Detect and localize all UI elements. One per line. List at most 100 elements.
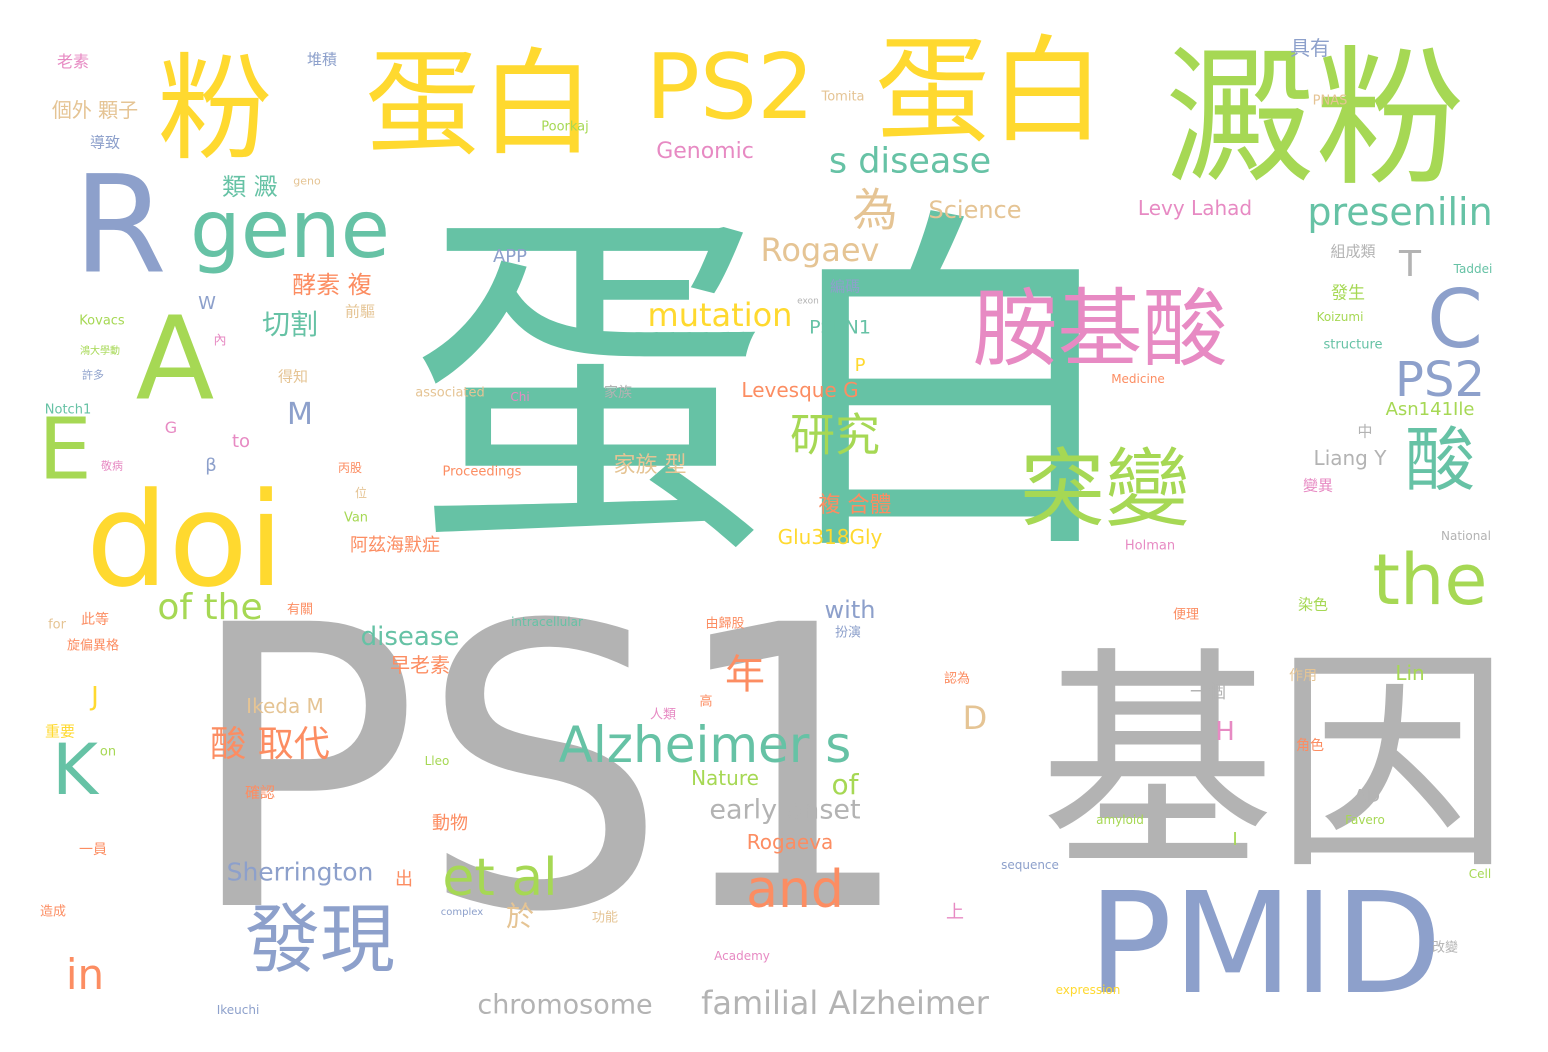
cloud-word: amyloid — [1096, 813, 1144, 827]
cloud-word: 蛋白 — [874, 24, 1106, 159]
cloud-word: 編碼 — [829, 277, 861, 296]
cloud-word: Chi — [510, 390, 530, 404]
cloud-word: 此等 — [81, 612, 109, 628]
cloud-word: chromosome — [477, 989, 653, 1021]
cloud-word: Levesque G — [741, 378, 859, 402]
cloud-word: Alzheimer s — [558, 716, 852, 774]
cloud-word: disease — [360, 622, 460, 652]
word-cloud: 蛋白 PS1 基因 澱粉粉蛋白 PS2 蛋白 PMID R Agene doi E 胺基酸 突變 C PS2… — [0, 0, 1548, 1052]
cloud-word: for — [48, 617, 66, 633]
cloud-word: E — [38, 400, 92, 500]
cloud-word: complex — [440, 907, 484, 918]
cloud-word: Levy Lahad — [1137, 196, 1253, 220]
cloud-word: Van — [343, 510, 369, 526]
cloud-word: 由歸股 — [705, 616, 745, 632]
cloud-word: 內 — [213, 333, 227, 349]
cloud-word: 粉 — [157, 42, 273, 177]
cloud-word: associated — [415, 385, 485, 401]
cloud-word: exon — [797, 296, 819, 307]
cloud-word: the — [1372, 539, 1488, 621]
cloud-word: 突變 — [1019, 440, 1191, 540]
cloud-word: PMID — [1087, 863, 1443, 1026]
cloud-word: 家族 — [604, 385, 632, 401]
cloud-word: 人類 — [649, 707, 677, 723]
cloud-word: 胺基酸 — [972, 280, 1228, 380]
cloud-word: with — [824, 596, 876, 624]
cloud-word: β — [205, 455, 217, 476]
cloud-word: Medicine — [1111, 372, 1165, 386]
cloud-word: 上 — [946, 902, 964, 923]
cloud-word: structure — [1323, 337, 1383, 353]
cloud-word: Science — [928, 196, 1022, 224]
cloud-word: 敬病 — [101, 459, 123, 473]
cloud-word: 動物 — [432, 813, 468, 834]
cloud-word: PSEN1 — [809, 316, 871, 339]
cloud-word: A — [135, 292, 215, 427]
cloud-word: 重要 — [44, 722, 76, 741]
cloud-word: 出 — [395, 869, 413, 890]
cloud-word: 複 合體 — [818, 493, 892, 518]
cloud-word: 功能 — [591, 910, 619, 926]
cloud-word: 作用 — [1289, 668, 1317, 684]
cloud-word: 改變 — [1431, 940, 1459, 956]
cloud-word: Asn141Ile — [1385, 399, 1475, 420]
cloud-word: 於 — [505, 900, 535, 933]
cloud-word: 認為 — [943, 671, 971, 687]
cloud-word: 類 澱 — [222, 173, 278, 201]
cloud-word: R — [73, 146, 167, 304]
cloud-word: 便理 — [1172, 607, 1200, 623]
cloud-word: 組成類 — [1330, 242, 1376, 261]
cloud-word: AD — [1353, 786, 1381, 807]
cloud-word: Ikeuchi — [216, 1003, 260, 1017]
cloud-word: Ikeda M — [246, 694, 324, 718]
cloud-word: 一個 — [1190, 682, 1226, 703]
cloud-word: 家族 型 — [613, 453, 687, 478]
cloud-word: J — [91, 682, 99, 712]
cloud-word: Proceedings — [442, 464, 522, 480]
cloud-word: 基因 — [1040, 628, 1510, 902]
cloud-word: M — [287, 397, 313, 432]
cloud-word: familial Alzheimer — [701, 984, 989, 1022]
cloud-word: 老素 — [56, 52, 90, 71]
cloud-word: geno — [293, 174, 321, 188]
cloud-word: 發現 — [244, 895, 396, 984]
cloud-word: 染色 — [1297, 595, 1329, 614]
cloud-word: 扮演 — [834, 625, 862, 641]
cloud-word: 酸 取代 — [210, 724, 330, 765]
cloud-word: PNAS — [1312, 93, 1348, 109]
cloud-word: Glu318Gly — [777, 525, 883, 549]
cloud-word: in — [65, 950, 105, 999]
cloud-word: 中 — [1357, 422, 1373, 441]
cloud-word: Notch1 — [44, 402, 92, 418]
cloud-word: PS2 — [645, 35, 815, 140]
cloud-word: PS2 — [1395, 352, 1485, 408]
cloud-word: sequence — [1001, 858, 1059, 872]
cloud-word: 變異 — [1302, 476, 1334, 495]
cloud-word: D — [962, 699, 988, 737]
cloud-word: T — [1399, 244, 1421, 285]
cloud-word: 鴻大學動 — [80, 346, 120, 357]
cloud-word: Rogaev — [760, 231, 880, 269]
cloud-word: s disease — [828, 141, 992, 182]
cloud-word: 確認 — [244, 783, 276, 802]
cloud-word: 一員 — [79, 842, 107, 858]
cloud-word: Kovacs — [79, 313, 125, 329]
cloud-word: Taddei — [1453, 262, 1493, 276]
cloud-word: 導致 — [89, 133, 121, 152]
cloud-word: 許多 — [82, 368, 104, 382]
cloud-word: 早老素 — [390, 653, 450, 677]
cloud-word: 阿茲海默症 — [350, 535, 440, 556]
cloud-word: 高 — [699, 694, 713, 710]
cloud-word: C — [1427, 273, 1483, 366]
cloud-word: Lleo — [424, 754, 450, 768]
cloud-word: 具有 — [1290, 36, 1330, 60]
cloud-word: Nature — [691, 766, 759, 790]
cloud-word: doi — [85, 464, 285, 616]
cloud-word: et al — [442, 848, 558, 908]
cloud-word: 堆積 — [306, 50, 338, 69]
cloud-word: Rogaeva — [746, 830, 834, 854]
cloud-word: gene — [190, 183, 390, 276]
cloud-word: Poorkaj — [541, 119, 589, 135]
cloud-word: 角色 — [1296, 738, 1324, 754]
cloud-word: H — [1215, 717, 1235, 747]
